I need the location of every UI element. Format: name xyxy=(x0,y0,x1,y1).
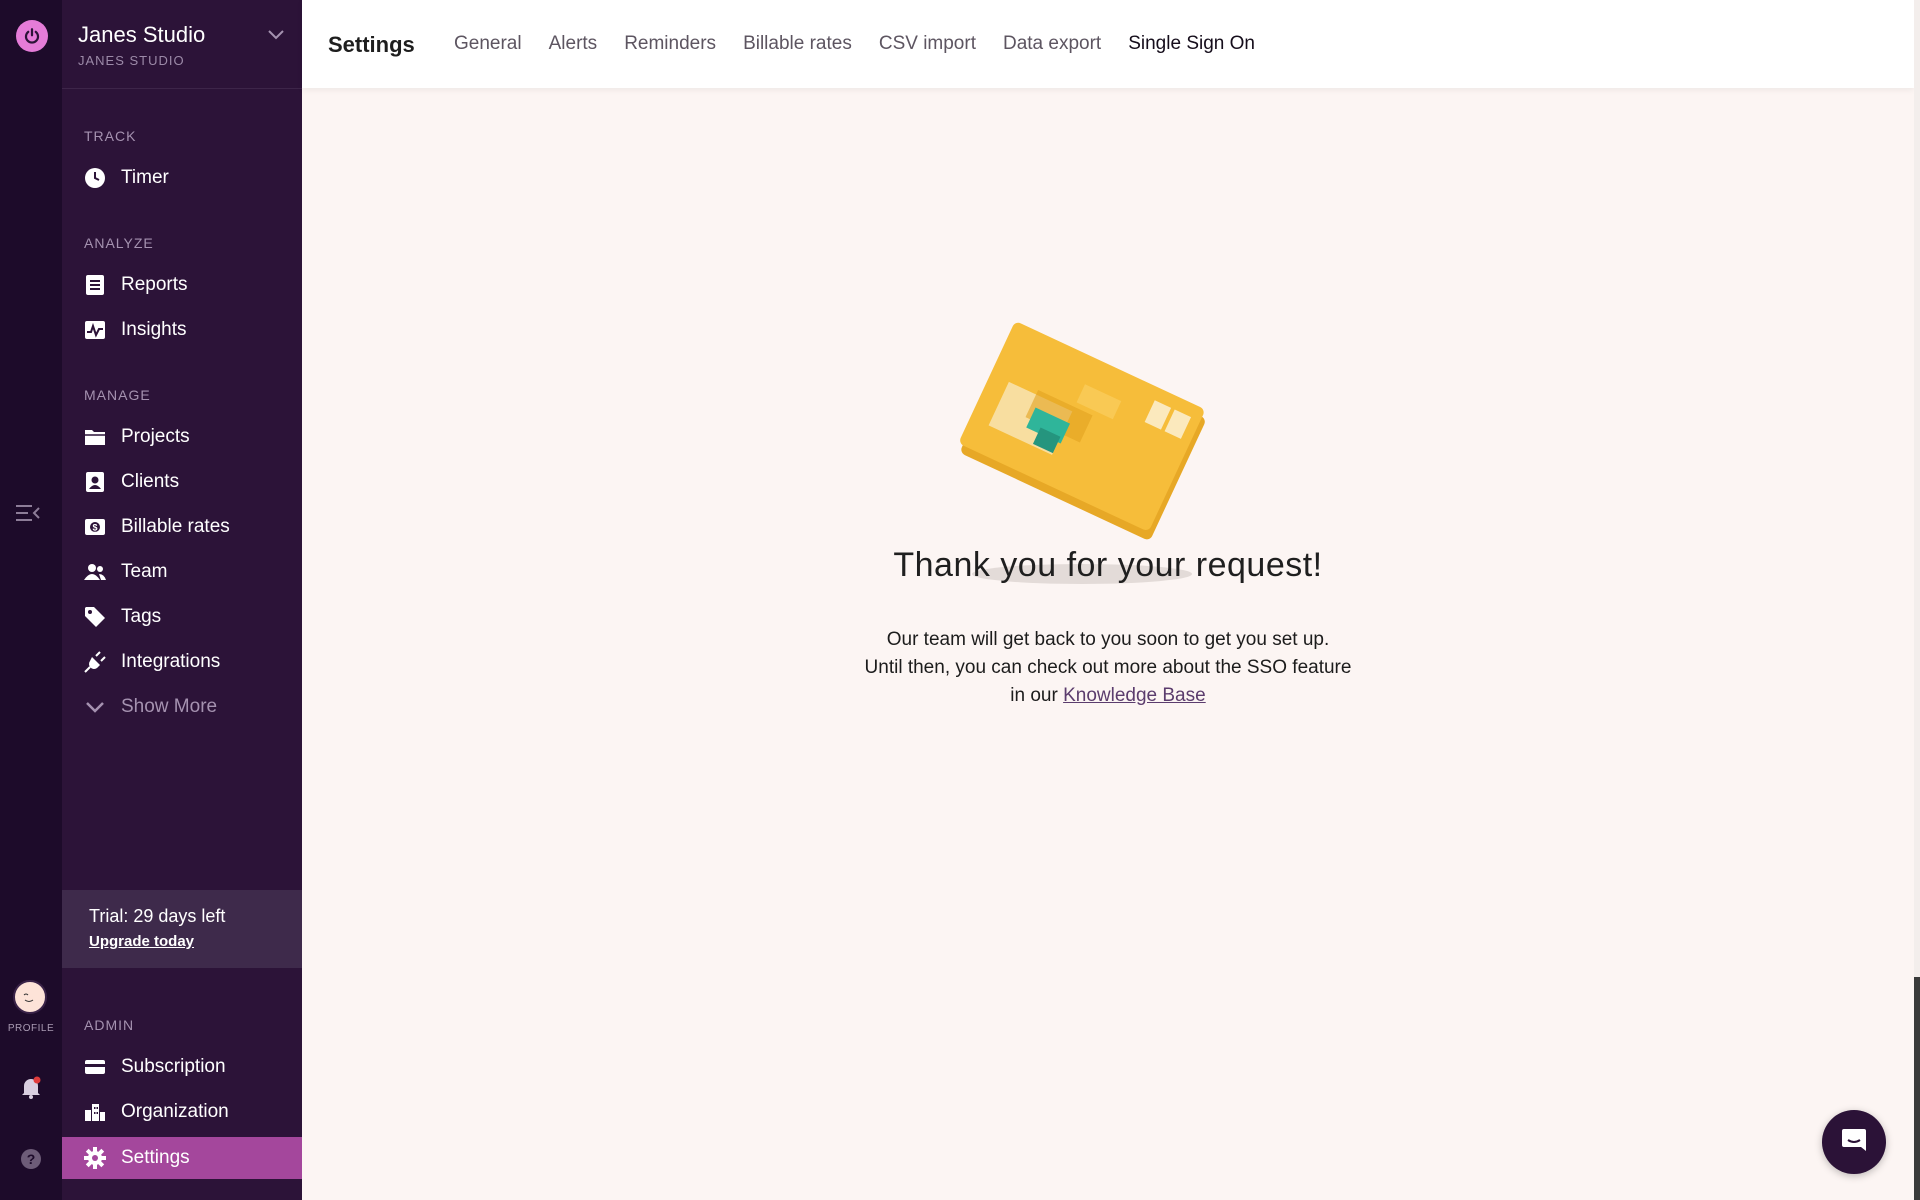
confirmation-heading: Thank you for your request! xyxy=(893,546,1323,584)
sidebar-item-label: Organization xyxy=(121,1101,229,1122)
menu-collapse-icon[interactable] xyxy=(15,502,41,524)
clock-icon xyxy=(84,167,106,189)
trial-banner: Trial: 29 days left Upgrade today xyxy=(62,890,302,968)
sidebar-item-label: Clients xyxy=(121,471,180,492)
sidebar-item-label: Tags xyxy=(121,606,162,627)
sidebar-item-timer[interactable]: Timer xyxy=(62,157,302,199)
sidebar-item-integrations[interactable]: Integrations xyxy=(62,641,302,683)
sidebar-item-label: Subscription xyxy=(121,1056,226,1077)
sidebar-item-clients[interactable]: Clients xyxy=(62,461,302,503)
power-icon[interactable] xyxy=(16,20,48,52)
client-icon xyxy=(84,471,106,493)
tag-icon xyxy=(84,606,106,628)
confirmation-line-1: Our team will get back to you soon to ge… xyxy=(886,629,1330,650)
insights-icon xyxy=(84,319,106,341)
dollar-icon: $ xyxy=(84,516,106,538)
sidebar: Janes Studio JANES STUDIO TRACK Timer AN… xyxy=(62,0,302,1200)
confirmation-line-2: Until then, you can check out more about… xyxy=(864,657,1352,678)
sidebar-item-label: Insights xyxy=(121,319,187,340)
chevron-down-icon xyxy=(84,696,106,718)
report-icon xyxy=(84,274,106,296)
card-icon xyxy=(84,1056,106,1078)
tab-billable-rates[interactable]: Billable rates xyxy=(743,33,852,55)
main-content: Thank you for your request! Our team wil… xyxy=(302,88,1914,1200)
workspace-name: Janes Studio xyxy=(78,22,206,47)
line-3-prefix: in our xyxy=(1010,685,1064,706)
sidebar-item-label: Reports xyxy=(121,274,188,295)
icon-rail: PROFILE ? xyxy=(0,0,62,1200)
confirmation-text: Our team will get back to you soon to ge… xyxy=(302,626,1914,710)
section-manage: MANAGE xyxy=(84,387,151,403)
sidebar-item-insights[interactable]: Insights xyxy=(62,309,302,351)
sidebar-item-label: Billable rates xyxy=(121,516,230,537)
settings-header: Settings General Alerts Reminders Billab… xyxy=(302,0,1914,88)
chevron-down-icon[interactable] xyxy=(266,24,286,44)
folder-icon xyxy=(84,426,106,448)
svg-text:$: $ xyxy=(92,523,97,533)
plug-icon xyxy=(84,651,106,673)
sidebar-item-label: Projects xyxy=(121,426,190,447)
sidebar-item-label: Integrations xyxy=(121,651,221,672)
page-title: Settings xyxy=(328,32,415,57)
building-icon xyxy=(84,1101,106,1123)
tab-csv-import[interactable]: CSV import xyxy=(879,33,976,55)
tab-single-sign-on[interactable]: Single Sign On xyxy=(1128,33,1255,55)
trial-text: Trial: 29 days left xyxy=(89,906,226,926)
tab-data-export[interactable]: Data export xyxy=(1003,33,1101,55)
sidebar-show-more[interactable]: Show More xyxy=(62,686,302,728)
tab-reminders[interactable]: Reminders xyxy=(624,33,716,55)
chat-icon xyxy=(1840,1126,1868,1159)
sidebar-item-projects[interactable]: Projects xyxy=(62,416,302,458)
tab-alerts[interactable]: Alerts xyxy=(549,33,598,55)
upgrade-link[interactable]: Upgrade today xyxy=(89,933,194,950)
avatar[interactable] xyxy=(13,980,47,1014)
sidebar-item-label: Show More xyxy=(121,696,218,717)
sidebar-item-organization[interactable]: Organization xyxy=(62,1091,302,1133)
sidebar-item-label: Timer xyxy=(121,167,169,188)
svg-text:?: ? xyxy=(27,1151,36,1167)
section-analyze: ANALYZE xyxy=(84,235,154,251)
scrollbar-thumb[interactable] xyxy=(1914,977,1920,1200)
knowledge-base-link[interactable]: Knowledge Base xyxy=(1063,685,1206,706)
sidebar-item-label: Settings xyxy=(121,1147,190,1168)
profile-label: PROFILE xyxy=(7,1023,55,1034)
sidebar-item-settings[interactable]: Settings xyxy=(62,1137,302,1179)
bell-icon[interactable] xyxy=(20,1076,42,1100)
sidebar-item-billable-rates[interactable]: $ Billable rates xyxy=(62,506,302,548)
team-icon xyxy=(84,561,106,583)
sidebar-item-subscription[interactable]: Subscription xyxy=(62,1046,302,1088)
chat-button[interactable] xyxy=(1822,1110,1886,1174)
workspace-switcher[interactable]: Janes Studio JANES STUDIO xyxy=(62,0,302,89)
gear-icon xyxy=(84,1147,106,1169)
sidebar-item-label: Team xyxy=(121,561,168,582)
sidebar-item-reports[interactable]: Reports xyxy=(62,264,302,306)
settings-tabs: General Alerts Reminders Billable rates … xyxy=(454,33,1282,55)
confirmation-line-3: in our Knowledge Base xyxy=(302,682,1914,710)
section-admin: ADMIN xyxy=(84,1017,135,1033)
help-icon[interactable]: ? xyxy=(20,1148,42,1170)
sidebar-item-tags[interactable]: Tags xyxy=(62,596,302,638)
tab-general[interactable]: General xyxy=(454,33,522,55)
sidebar-item-team[interactable]: Team xyxy=(62,551,302,593)
section-track: TRACK xyxy=(84,128,137,144)
workspace-subtitle: JANES STUDIO xyxy=(78,53,185,68)
